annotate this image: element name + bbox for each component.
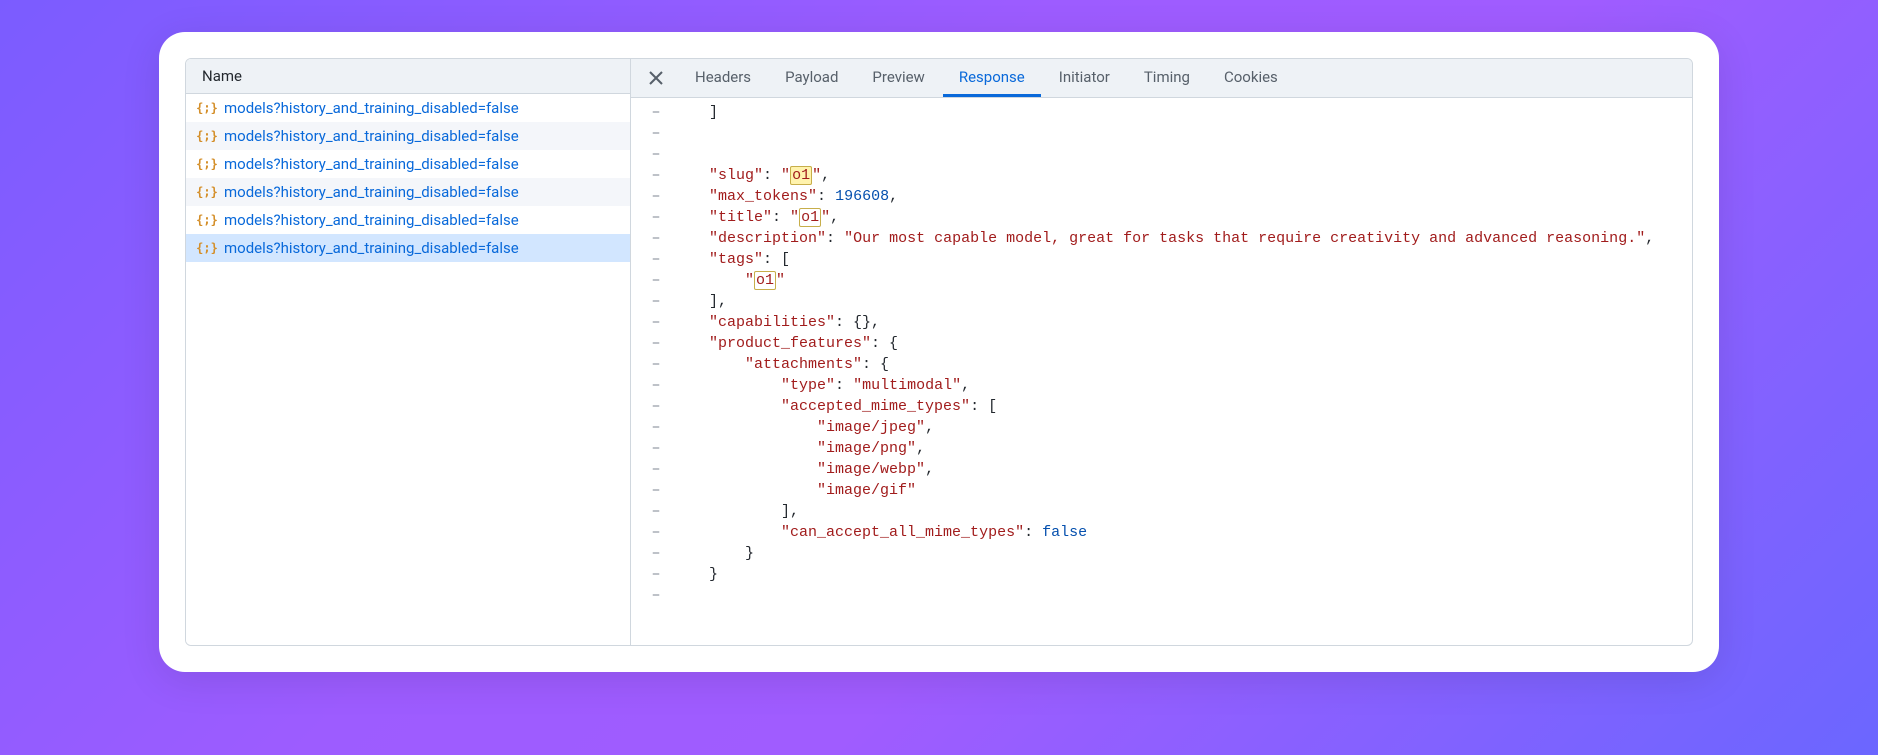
devtools-panel: Name {;} models?history_and_training_disa…: [185, 58, 1693, 646]
request-label: models?history_and_training_disabled=fal…: [224, 99, 519, 117]
tab-response[interactable]: Response: [943, 59, 1041, 97]
json-icon: {;}: [198, 129, 216, 143]
tab-initiator[interactable]: Initiator: [1043, 59, 1126, 97]
tab-cookies[interactable]: Cookies: [1208, 59, 1294, 97]
tabs: HeadersPayloadPreviewResponseInitiatorTi…: [675, 59, 1294, 97]
detail-tabbar: HeadersPayloadPreviewResponseInitiatorTi…: [631, 59, 1692, 98]
json-icon: {;}: [198, 213, 216, 227]
json-icon: {;}: [198, 101, 216, 115]
json-icon: {;}: [198, 241, 216, 255]
response-body[interactable]: – ]––– "slug": "o1",– "max_tokens": 1966…: [631, 98, 1692, 645]
request-row[interactable]: {;} models?history_and_training_disabled=…: [186, 94, 630, 122]
request-list: {;} models?history_and_training_disabled=…: [186, 94, 630, 645]
devtools-window: Name {;} models?history_and_training_disa…: [159, 32, 1719, 672]
request-row[interactable]: {;} models?history_and_training_disabled=…: [186, 150, 630, 178]
tab-headers[interactable]: Headers: [679, 59, 767, 97]
response-panel: HeadersPayloadPreviewResponseInitiatorTi…: [631, 59, 1692, 645]
request-row[interactable]: {;} models?history_and_training_disabled=…: [186, 178, 630, 206]
request-row[interactable]: {;} models?history_and_training_disabled=…: [186, 206, 630, 234]
tab-timing[interactable]: Timing: [1128, 59, 1206, 97]
request-label: models?history_and_training_disabled=fal…: [224, 211, 519, 229]
request-label: models?history_and_training_disabled=fal…: [224, 183, 519, 201]
tab-preview[interactable]: Preview: [856, 59, 940, 97]
request-row[interactable]: {;} models?history_and_training_disabled=…: [186, 234, 630, 262]
json-icon: {;}: [198, 157, 216, 171]
request-label: models?history_and_training_disabled=fal…: [224, 127, 519, 145]
request-label: models?history_and_training_disabled=fal…: [224, 239, 519, 257]
close-icon[interactable]: [637, 59, 675, 97]
tab-payload[interactable]: Payload: [769, 59, 854, 97]
request-row[interactable]: {;} models?history_and_training_disabled=…: [186, 122, 630, 150]
network-request-sidebar: Name {;} models?history_and_training_disa…: [186, 59, 631, 645]
request-label: models?history_and_training_disabled=fal…: [224, 155, 519, 173]
json-icon: {;}: [198, 185, 216, 199]
column-header-name[interactable]: Name: [186, 59, 630, 94]
